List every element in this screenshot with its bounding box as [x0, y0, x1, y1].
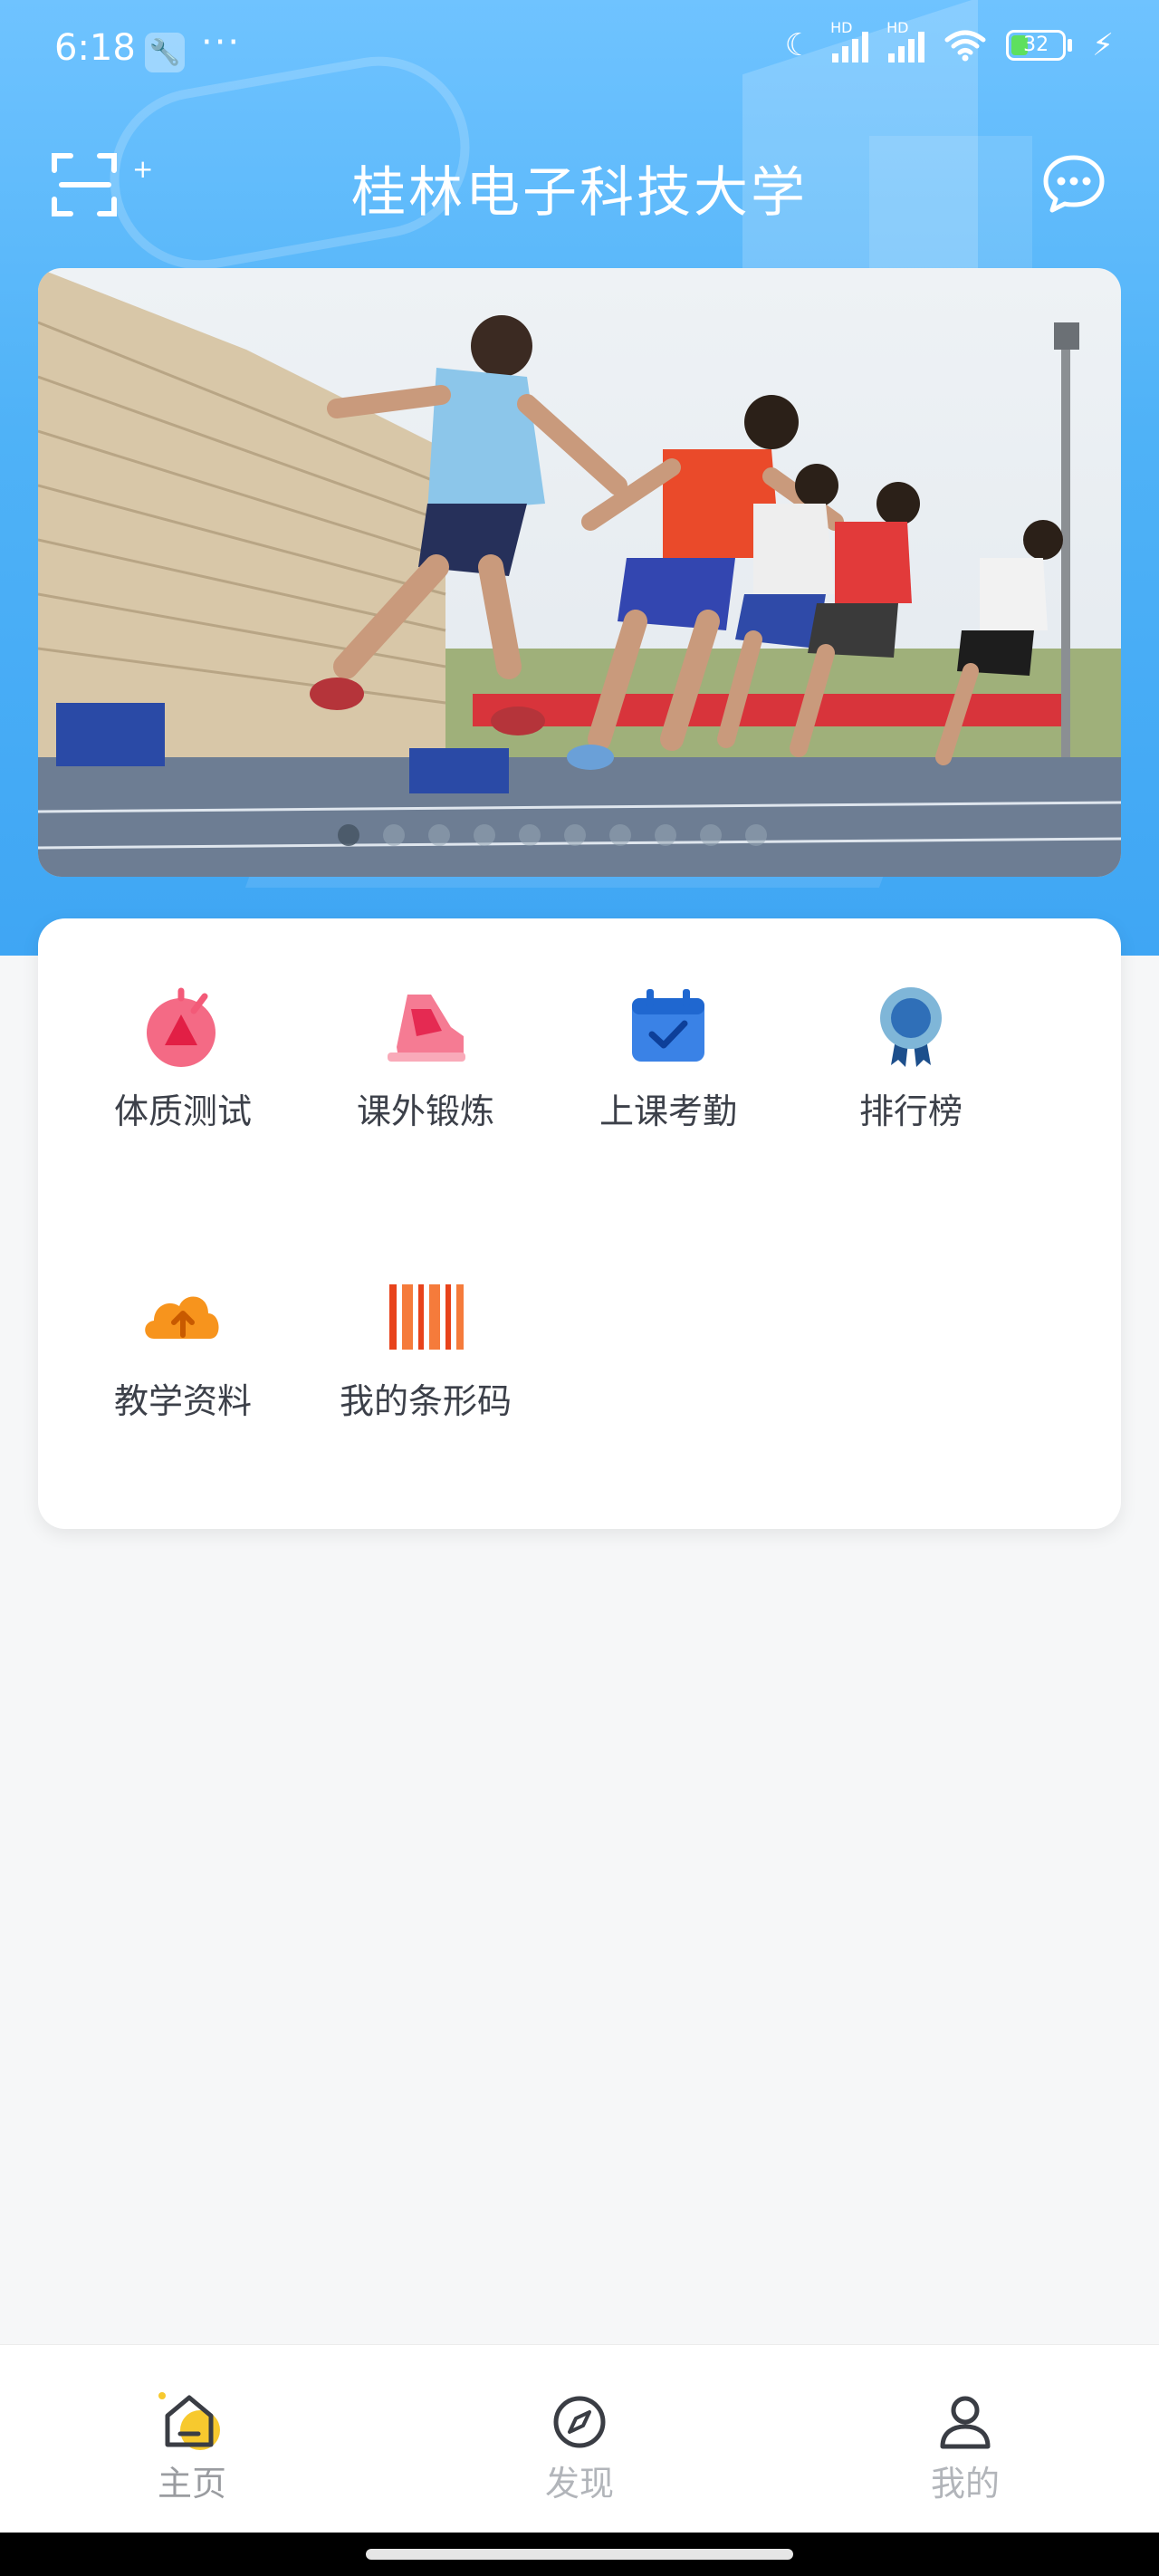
menu-label: 我的条形码 — [339, 1381, 512, 1421]
signal-icon: HD — [886, 19, 925, 62]
home-icon — [158, 2392, 220, 2450]
more-notifications-icon: ··· — [201, 22, 242, 63]
menu-item-leaderboard[interactable]: 排行榜 — [790, 946, 1032, 1181]
menu-item-physical-test[interactable]: 体质测试 — [62, 946, 304, 1181]
carousel-dot[interactable] — [745, 824, 767, 846]
tab-label: 发现 — [544, 2464, 614, 2504]
carousel-dot[interactable] — [338, 824, 359, 846]
tab-mine[interactable]: 我的 — [829, 2345, 1101, 2517]
signal-icon: HD — [830, 19, 869, 62]
sneaker-icon — [388, 995, 465, 1062]
tab-label: 主页 — [157, 2464, 226, 2504]
carousel-dot[interactable] — [519, 824, 541, 846]
charging-icon: ⚡ — [1092, 27, 1114, 63]
menu-item-class-attendance[interactable]: 上课考勤 — [547, 946, 790, 1181]
menu-label: 教学资料 — [113, 1381, 252, 1421]
carousel-indicator[interactable] — [0, 824, 1159, 846]
cloud-upload-icon — [145, 1296, 219, 1339]
user-icon — [940, 2396, 991, 2449]
banner-carousel[interactable] — [38, 268, 1121, 877]
page-title: 桂林电子科技大学 — [351, 161, 808, 225]
status-icons: ☾ HD HD 32 ⚡ — [784, 19, 1114, 63]
tab-home[interactable]: 主页 — [56, 2345, 328, 2517]
hd-label: HD — [886, 19, 909, 36]
compass-icon — [553, 2396, 606, 2448]
menu-label: 课外锻炼 — [356, 1091, 494, 1131]
medal-icon — [880, 987, 942, 1067]
bottom-tab-bar: 主页 发现 我的 — [0, 2344, 1159, 2533]
status-bar: 6:18 🔧 ··· ☾ HD HD 32 ⚡ — [0, 0, 1159, 105]
carousel-dot[interactable] — [609, 824, 631, 846]
home-indicator[interactable] — [366, 2549, 793, 2560]
hd-label: HD — [830, 19, 853, 36]
carousel-dot[interactable] — [700, 824, 722, 846]
tab-label: 我的 — [930, 2464, 1000, 2504]
battery-level: 32 — [1023, 34, 1049, 56]
status-time: 6:18 — [54, 27, 136, 69]
feature-menu: 体质测试 课外锻炼 上课考勤 排行榜 教学资料 我的条形码 — [38, 918, 1121, 1529]
calendar-check-icon — [632, 989, 704, 1062]
menu-label: 排行榜 — [858, 1091, 963, 1131]
menu-item-extracurricular-exercise[interactable]: 课外锻炼 — [304, 946, 547, 1181]
tab-discover[interactable]: 发现 — [444, 2345, 715, 2517]
top-bar: + 桂林电子科技大学 — [0, 136, 1159, 235]
menu-item-my-barcode[interactable]: 我的条形码 — [304, 1235, 547, 1471]
carousel-dot[interactable] — [564, 824, 586, 846]
carousel-dot[interactable] — [474, 824, 495, 846]
menu-label: 体质测试 — [113, 1091, 252, 1131]
wrench-icon: 🔧 — [145, 33, 185, 72]
message-icon[interactable] — [1041, 152, 1106, 216]
banner-image — [38, 268, 1121, 877]
carousel-dot[interactable] — [383, 824, 405, 846]
carousel-dot[interactable] — [428, 824, 450, 846]
menu-item-teaching-materials[interactable]: 教学资料 — [62, 1235, 304, 1471]
battery-icon: 32 — [1006, 30, 1073, 61]
moon-icon: ☾ — [784, 27, 813, 63]
menu-label: 上课考勤 — [599, 1091, 737, 1131]
barcode-icon — [389, 1284, 464, 1350]
wifi-icon — [944, 30, 986, 62]
stopwatch-icon — [147, 987, 216, 1067]
carousel-dot[interactable] — [655, 824, 676, 846]
